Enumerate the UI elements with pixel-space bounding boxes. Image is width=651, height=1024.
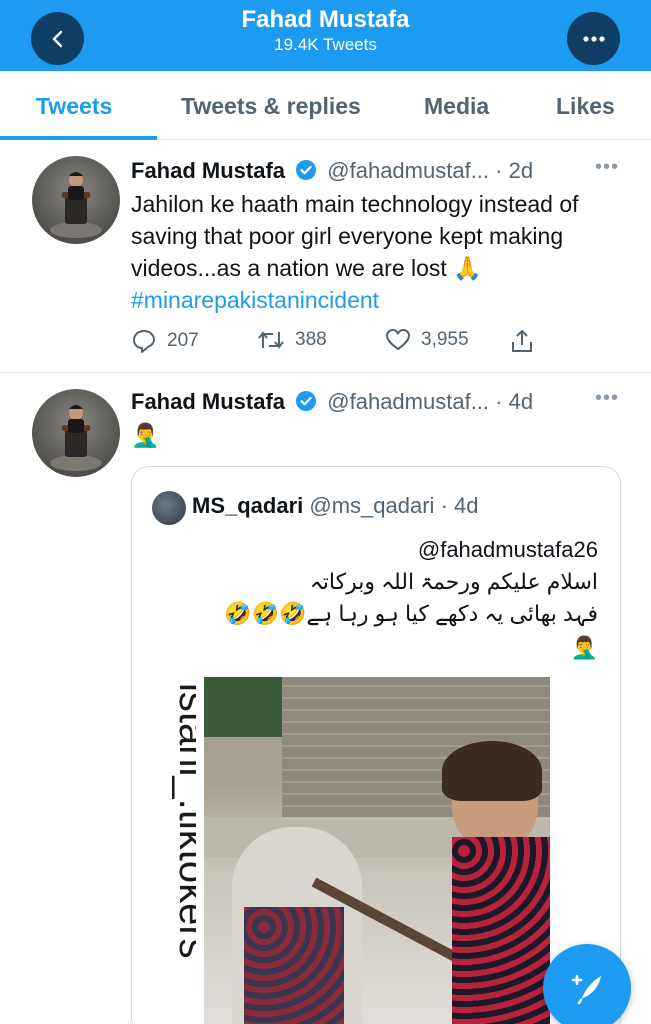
tweet-count: 19.4K Tweets xyxy=(274,35,377,54)
retweet-count: 388 xyxy=(295,329,327,350)
quoted-mention[interactable]: @fahadmustafa26 xyxy=(418,533,598,567)
hashtag-link[interactable]: #minarepakistanincident xyxy=(131,287,379,313)
tweet-body: 🤦‍♂️ xyxy=(131,422,160,448)
verified-badge-icon xyxy=(296,160,317,180)
tweet[interactable]: Fahad Mustafa @fahadmustaf... · 2d ••• J… xyxy=(0,140,651,372)
profile-tabs: Tweets Tweets & replies Media Likes xyxy=(0,71,651,140)
avatar-figure xyxy=(50,405,102,471)
tweet-header: Fahad Mustafa @fahadmustaf... · 4d xyxy=(131,387,533,417)
tab-tweets[interactable]: Tweets xyxy=(36,91,112,121)
reply-icon xyxy=(133,330,155,353)
thumbnail-tree xyxy=(204,677,282,737)
display-name[interactable]: Fahad Mustafa xyxy=(131,389,285,414)
tweet-body: Jahilon ke haath main technology instead… xyxy=(131,191,579,281)
video-thumbnail[interactable] xyxy=(204,677,550,1024)
quoted-tweet[interactable]: MS_qadari @ms_qadari · 4d @fahadmustafa2… xyxy=(131,466,621,1024)
thumbnail-dress xyxy=(244,907,344,1024)
compose-tweet-button[interactable] xyxy=(543,944,631,1024)
profile-header: Fahad Mustafa 19.4K Tweets xyxy=(0,0,651,71)
more-icon xyxy=(582,35,605,42)
tweet-text: Jahilon ke haath main technology instead… xyxy=(131,188,611,316)
video-watermark: istani_.tiktokers xyxy=(171,683,196,959)
tweet-more-icon[interactable]: ••• xyxy=(595,156,619,179)
tweet-more-icon[interactable]: ••• xyxy=(595,387,619,410)
like-count: 3,955 xyxy=(421,329,469,350)
tab-likes[interactable]: Likes xyxy=(556,91,615,121)
share-button[interactable] xyxy=(509,328,545,354)
thumbnail-hair xyxy=(442,741,542,801)
tweet-timestamp[interactable]: · 2d xyxy=(495,158,533,183)
reply-button[interactable]: 207 xyxy=(131,328,199,354)
thumbnail-shirt xyxy=(452,837,550,1024)
quoted-text-line: 🤦‍♂️ xyxy=(570,635,598,660)
compose-tweet-icon xyxy=(571,974,601,1005)
like-button[interactable]: 3,955 xyxy=(385,328,469,352)
avatar-figure xyxy=(50,172,102,238)
quoted-display-name[interactable]: MS_qadari xyxy=(192,493,303,518)
quoted-timestamp[interactable]: · 4d xyxy=(441,493,479,518)
reply-count: 207 xyxy=(167,330,199,351)
quoted-text-line: 🤣🤣🤣فہد بھائی یہ دکھے کیا ہو رہا ہے xyxy=(224,601,598,626)
user-handle[interactable]: @fahadmustaf... xyxy=(327,158,489,183)
heart-icon xyxy=(386,329,410,350)
tweet-timestamp[interactable]: · 4d xyxy=(495,389,533,414)
avatar[interactable] xyxy=(32,156,120,244)
display-name[interactable]: Fahad Mustafa xyxy=(131,158,285,183)
tweet-header: Fahad Mustafa @fahadmustaf... · 2d xyxy=(131,156,533,186)
page-title: Fahad Mustafa xyxy=(241,6,410,33)
header-title-group: Fahad Mustafa 19.4K Tweets xyxy=(0,5,651,55)
quoted-avatar[interactable] xyxy=(152,491,186,525)
thumbnail-person-right xyxy=(442,741,550,1024)
retweet-button[interactable]: 388 xyxy=(257,328,327,352)
tab-media[interactable]: Media xyxy=(424,91,489,121)
more-button[interactable] xyxy=(567,12,620,65)
avatar[interactable] xyxy=(32,389,120,477)
quoted-tweet-header: MS_qadari @ms_qadari · 4d xyxy=(192,491,479,521)
retweet-icon xyxy=(258,331,284,349)
share-icon xyxy=(512,330,532,352)
watermark-text: istani_.tiktokers xyxy=(171,683,196,959)
verified-badge-icon xyxy=(296,391,317,411)
quoted-text-line: اسلام علیکم ورحمۃ اللہ وبرکاتہ xyxy=(309,569,598,594)
tweet-actions: 207 388 3,955 xyxy=(131,328,611,358)
tab-tweets-and-replies[interactable]: Tweets & replies xyxy=(181,91,361,121)
quoted-user-handle[interactable]: @ms_qadari xyxy=(309,493,434,518)
user-handle[interactable]: @fahadmustaf... xyxy=(327,389,489,414)
